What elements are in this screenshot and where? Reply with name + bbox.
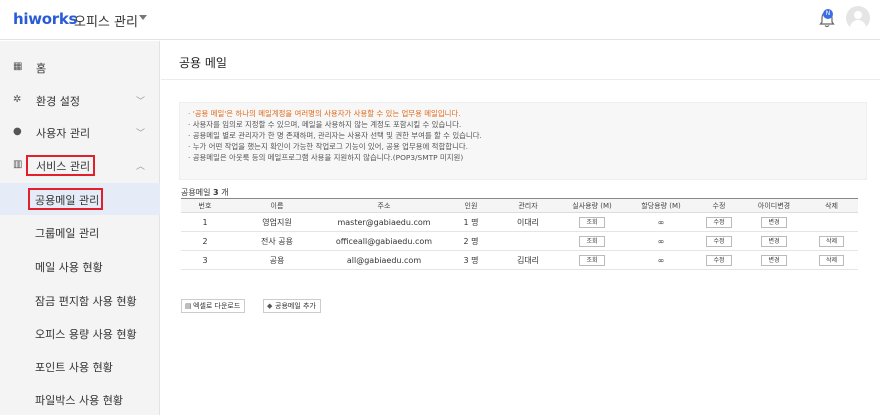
highlight-box [26,155,95,176]
row-number: 2 [181,231,229,251]
column-header: 할당용량 (M) [641,201,681,210]
add-shared-mail-button[interactable]: ◆ 공용메일 추가 [263,299,321,313]
excel-icon: ▤ [185,302,192,310]
notice-line: · '공용 메일'은 하나의 메일계정을 여러명의 사용자가 사용할 수 있는 … [188,109,461,118]
gear-icon: ✲ [13,94,22,105]
building-icon: ▦ [13,61,23,72]
submenu-mail-usage[interactable]: 메일 사용 현황 [0,250,160,282]
submenu-filebox[interactable]: 파일박스 사용 현황 [0,383,160,415]
sidebar: ▦ 홈 ✲ 환경 설정 ﹀ ● 사용자 관리 ﹀ ▥ 서비스 관리 ︿ 공용메일… [0,41,160,415]
edit-button[interactable]: 수정 [706,254,732,266]
row-members: 3 명 [443,250,499,270]
shared-mail-table: 번호 이름 주소 인원 관리자 실사용량 (M) 할당용량 (M) 수정 아이디… [181,198,858,270]
notice-line: · 공용메일은 아웃룩 등의 메일프로그램 사용을 지원하지 않습니다.(POP… [188,153,464,162]
notification-badge: N [823,9,833,19]
sidebar-item-users[interactable]: ● 사용자 관리 ﹀ [0,117,160,149]
column-header: 아이디변경 [757,201,791,210]
column-header: 수정 [712,201,726,210]
add-icon: ◆ [267,302,273,310]
view-usage-button[interactable]: 조회 [579,216,605,228]
column-header: 주소 [377,201,391,210]
chevron-up-icon: ︿ [136,162,146,172]
sidebar-item-settings[interactable]: ✲ 환경 설정 ﹀ [0,85,160,117]
notice-box: · '공용 메일'은 하나의 메일계정을 여러명의 사용자가 사용할 수 있는 … [179,102,867,180]
row-address: all@gabiaedu.com [325,250,443,270]
change-id-button[interactable]: 변경 [761,235,787,247]
chart-icon: ▥ [13,159,23,170]
change-id-button[interactable]: 변경 [761,216,787,228]
row-manager [499,231,557,251]
notice-line: · 사용자를 임의로 지정할 수 있으며, 메일을 사용하지 않는 계정도 포함… [188,120,462,129]
sidebar-item-label: 환경 설정 [36,95,80,108]
row-number: 3 [181,250,229,270]
submenu-label: 그룹메일 관리 [35,227,100,240]
edit-button[interactable]: 수정 [706,216,732,228]
main-content: 공용 메일 · '공용 메일'은 하나의 메일계정을 여러명의 사용자가 사용할… [161,41,880,415]
column-header: 실사용량 (M) [572,201,612,210]
submenu-office-storage[interactable]: 오피스 용량 사용 현황 [0,317,160,349]
excel-download-button[interactable]: ▤엑셀로 다운로드 [181,299,246,313]
edit-button[interactable]: 수정 [706,235,732,247]
delete-button[interactable]: 삭제 [818,254,845,266]
column-header: 삭제 [825,201,838,210]
top-bar: hiworks 오피스 관리 N [0,0,880,40]
notice-line: · 공용메일 별로 관리자가 한 명 존재하며, 관리자는 사용자 선택 및 권… [188,131,482,140]
row-quota: ∞ [627,212,695,232]
table-row: 2 전사 공용 officeall@gabiaedu.com 2 명 조회 ∞ … [181,231,858,251]
view-usage-button[interactable]: 조회 [579,235,605,247]
submenu-group-mail[interactable]: 그룹메일 관리 [0,216,160,248]
sidebar-item-home[interactable]: ▦ 홈 [0,52,160,84]
submenu-label: 잠금 편지함 사용 현황 [35,295,137,308]
app-title[interactable]: 오피스 관리 [74,11,138,30]
row-name: 공용 [229,250,325,270]
chevron-down-icon[interactable] [139,15,147,20]
divider [161,79,880,80]
row-address: master@gabiaedu.com [325,212,443,232]
column-header: 번호 [198,201,212,210]
submenu-label: 오피스 용량 사용 현황 [35,328,137,341]
submenu-label: 메일 사용 현황 [35,261,103,274]
row-manager: 김대리 [499,250,557,270]
row-address: officeall@gabiaedu.com [325,231,443,251]
mail-count: 공용메일 3 개 [181,188,229,197]
row-manager: 이대리 [499,212,557,232]
user-icon: ● [13,126,22,137]
page-title: 공용 메일 [179,56,227,70]
notice-line: · 누가 어떤 작업을 했는지 확인이 가능한 작업로그 기능이 있어, 공용 … [188,142,469,151]
change-id-button[interactable]: 변경 [761,254,787,266]
row-name: 전사 공용 [229,231,325,251]
sidebar-item-label: 홈 [36,62,47,75]
avatar[interactable] [846,6,870,30]
column-header: 인원 [464,201,478,210]
row-members: 2 명 [443,231,499,251]
sidebar-item-label: 사용자 관리 [36,127,91,140]
table-header: 번호 이름 주소 인원 관리자 실사용량 (M) 할당용량 (M) 수정 아이디… [181,198,858,213]
view-usage-button[interactable]: 조회 [579,254,605,266]
submenu-label: 포인트 사용 현황 [35,361,113,374]
submenu-locked-mailbox[interactable]: 잠금 편지함 사용 현황 [0,284,160,316]
row-members: 1 명 [443,212,499,232]
highlight-box [28,188,103,210]
row-number: 1 [181,212,229,232]
column-header: 관리자 [518,201,538,210]
submenu-label: 파일박스 사용 현황 [35,394,123,407]
table-row: 3 공용 all@gabiaedu.com 3 명 김대리 조회 ∞ 수정 변경… [181,250,858,270]
submenu-points[interactable]: 포인트 사용 현황 [0,350,160,382]
chevron-down-icon: ﹀ [136,129,146,139]
row-name: 영업지원 [229,212,325,232]
column-header: 이름 [270,201,284,210]
table-row: 1 영업지원 master@gabiaedu.com 1 명 이대리 조회 ∞ … [181,212,858,232]
row-quota: ∞ [627,250,695,270]
chevron-down-icon: ﹀ [136,97,146,107]
hiworks-logo[interactable]: hiworks [13,10,77,28]
row-quota: ∞ [627,231,695,251]
delete-button[interactable]: 삭제 [818,235,845,247]
